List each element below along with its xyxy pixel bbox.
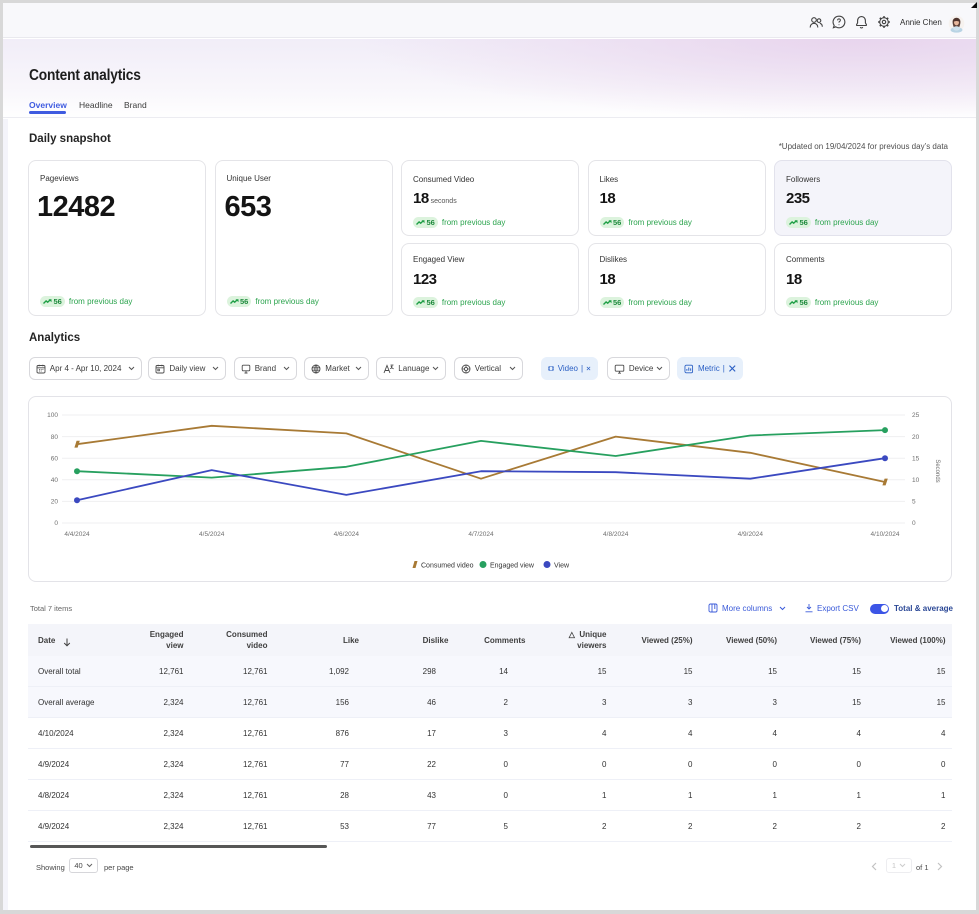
svg-text:Consumed video: Consumed video (421, 563, 474, 570)
svg-text:4/5/2024: 4/5/2024 (199, 531, 225, 538)
svg-text:Engaged view: Engaged view (490, 563, 535, 570)
svg-text:Seconds: Seconds (934, 459, 940, 482)
svg-text:View: View (554, 563, 570, 570)
svg-text:10: 10 (912, 477, 920, 484)
svg-text:4/9/2024: 4/9/2024 (738, 531, 764, 538)
svg-text:40: 40 (51, 477, 59, 484)
svg-text:4/4/2024: 4/4/2024 (64, 531, 90, 538)
svg-text:25: 25 (912, 412, 920, 419)
svg-text:60: 60 (51, 455, 59, 462)
svg-text:20: 20 (912, 434, 920, 441)
svg-text:4/8/2024: 4/8/2024 (603, 531, 629, 538)
svg-text:80: 80 (51, 434, 59, 441)
svg-text:100: 100 (47, 412, 58, 419)
svg-text:4/7/2024: 4/7/2024 (468, 531, 494, 538)
svg-text:4/10/2024: 4/10/2024 (871, 531, 900, 538)
svg-text:4/6/2024: 4/6/2024 (334, 531, 360, 538)
svg-text:0: 0 (54, 520, 58, 527)
svg-text:5: 5 (912, 499, 916, 506)
svg-text:20: 20 (51, 499, 59, 506)
svg-text:15: 15 (912, 455, 920, 462)
svg-text:0: 0 (912, 520, 916, 527)
